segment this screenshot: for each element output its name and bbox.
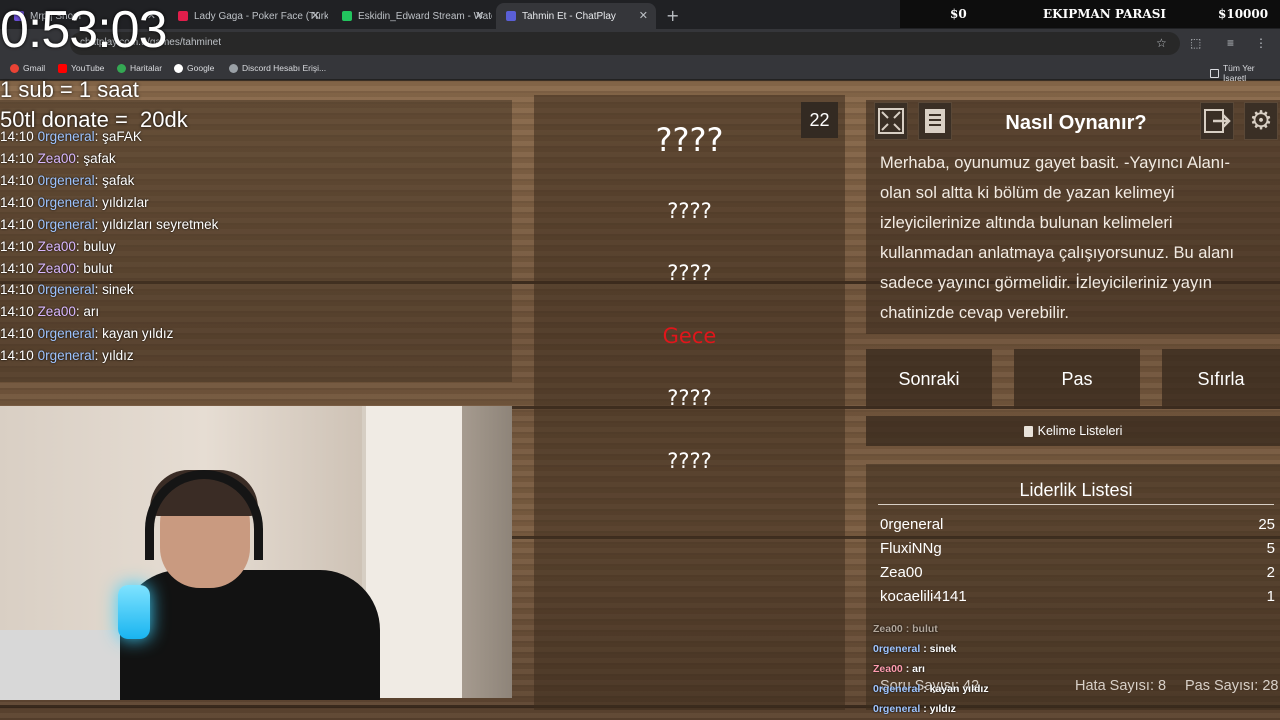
clipboard-icon [1023,425,1033,437]
subathon-sub-rule: 1 sub = 1 saat [0,77,139,102]
settings-button[interactable]: ⚙ [1244,102,1278,140]
money-title: EKIPMAN PARASI [1043,7,1166,21]
media-icon[interactable]: ≡ [1227,36,1234,50]
error-count: Hata Sayısı: 8 [1075,678,1167,694]
reset-button[interactable]: Sıfırla [1162,349,1280,409]
bookmark-gmail[interactable]: Gmail [10,63,45,73]
stream-timer: 0:53:03 [0,1,167,59]
close-tab-icon[interactable]: ✕ [639,9,648,22]
chat-message: 14:10 0rgeneral: yıldızları seyretmek [0,217,219,232]
word-lists-label: Kelime Listeleri [1037,424,1123,438]
tab-poker-face[interactable]: Lady Gaga - Poker Face (Türkçe ✕ [168,3,328,29]
chat-message: 14:10 Zea00: arı [0,304,100,319]
mini-chat-message: Zea00 : arı [873,663,925,675]
new-tab-icon[interactable]: + [666,3,679,29]
tab-title: Tahmin Et - ChatPlay [522,10,616,22]
chat-message: 14:10 Zea00: şafak [0,151,116,166]
revealed-word: Gece [662,324,717,348]
all-bookmarks[interactable]: Tüm Yer İşaretl [1210,63,1280,83]
webcam-bed [0,630,120,700]
leaderboard-divider [878,504,1274,505]
bookmark-label: Haritalar [130,63,163,73]
hidden-word: ???? [667,261,712,285]
bookmarks-bar: Gmail YouTube Haritalar Google Discord H… [0,58,1280,83]
folder-icon [1210,68,1219,78]
hidden-word-main: ???? [655,121,724,159]
webcam-streamer-body [120,570,380,700]
equipment-money-bar: $0 EKIPMAN PARASI $10000 [900,0,1280,28]
close-tab-icon[interactable]: ✕ [475,9,484,22]
chat-message: 14:10 0rgeneral: kayan yıldız [0,326,174,341]
bookmark-label: Tüm Yer İşaretl [1222,63,1255,83]
leaderboard-title: Liderlik Listesi [1019,480,1133,500]
leaderboard-row: kocaelili4141 1 [880,588,1275,605]
tab-title: Lady Gaga - Poker Face (Türkçe [194,10,328,22]
chat-message: 14:10 Zea00: buluy [0,239,116,254]
bookmark-label: YouTube [71,63,105,73]
bookmark-star-icon[interactable]: ☆ [1156,36,1167,50]
mini-chat-message: 0rgeneral : sinek [873,643,957,655]
leaderboard-row: FluxiNNg 5 [880,540,1275,557]
maps-icon [117,63,126,73]
chat-message: 14:10 0rgeneral: sinek [0,282,134,297]
money-goal: $10000 [1218,7,1269,21]
exit-icon [1204,109,1231,133]
leaderboard-row: Zea00 2 [880,564,1275,581]
subathon-donate-rule: 50tl donate = 20dk [0,107,188,132]
chat-message: 14:10 0rgeneral: şafak [0,173,135,188]
tab-tahmin-et[interactable]: Tahmin Et - ChatPlay ✕ [496,3,656,29]
bookmark-discord[interactable]: Discord Hesabı Erişi... [229,63,326,73]
globe-icon [229,63,238,73]
hidden-word: ???? [667,386,712,410]
leaderboard-row: 0rgeneral 25 [880,516,1275,533]
hidden-word: ???? [667,199,712,223]
hidden-word: ???? [667,449,712,473]
tab-favicon-icon [342,11,352,21]
extensions-icon[interactable]: ⬚ [1190,36,1201,50]
next-button[interactable]: Sonraki [866,349,992,409]
microphone-icon [118,585,150,639]
chat-message: 14:10 0rgeneral: yıldız [0,348,134,363]
google-icon [174,63,183,73]
exit-button[interactable] [1200,102,1234,140]
mini-chat-message: Zea00 : bulut [873,623,938,635]
bookmark-google[interactable]: Google [174,63,214,73]
gear-icon: ⚙ [1249,106,1273,136]
bookmark-label: Gmail [23,63,46,73]
gmail-icon [10,63,19,73]
bookmark-maps[interactable]: Haritalar [117,63,162,73]
tab-title: Eskidin_Edward Stream - Watch [358,10,492,22]
pass-count: Pas Sayısı: 28 [1185,678,1279,694]
word-lists-button[interactable]: Kelime Listeleri [866,416,1280,446]
menu-icon[interactable]: ⋮ [1255,36,1267,50]
close-tab-icon[interactable]: ✕ [311,9,320,22]
tab-eskidin-stream[interactable]: Eskidin_Edward Stream - Watch ✕ [332,3,492,29]
pass-button[interactable]: Pas [1014,349,1140,409]
bookmark-label: Discord Hesabı Erişi... [242,63,327,73]
youtube-icon [58,63,67,73]
how-to-play-text: Merhaba, oyunumuz gayet basit. -Yayıncı … [880,154,1235,322]
chat-message: 14:10 Zea00: bulut [0,261,113,276]
bookmark-label: Google [187,63,215,73]
tab-favicon-icon [506,11,516,21]
mini-chat-message: 0rgeneral : kayan yıldız [873,683,989,695]
address-bar-row: chatplay.com.tr/games/tahminet ☆ ⬚ ≡ ⋮ [0,29,1280,58]
mini-chat-message: 0rgeneral : yıldız [873,703,956,715]
tab-favicon-icon [178,11,188,21]
money-current: $0 [950,7,967,21]
chat-message: 14:10 0rgeneral: yıldızlar [0,195,149,210]
url-input[interactable]: chatplay.com.tr/games/tahminet [70,32,1180,55]
bookmark-youtube[interactable]: YouTube [58,63,104,73]
